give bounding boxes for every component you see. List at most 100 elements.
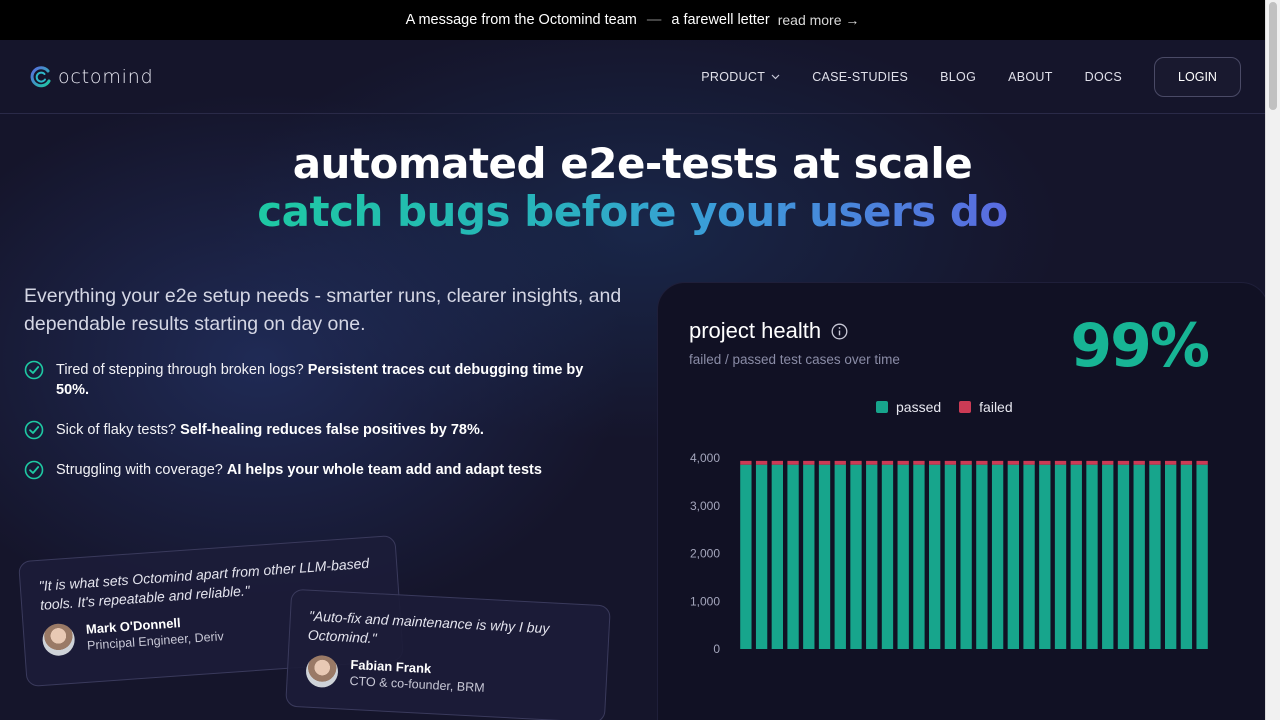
bar-passed[interactable]: [881, 464, 894, 649]
bar-passed[interactable]: [913, 464, 925, 649]
bar-passed[interactable]: [976, 464, 988, 649]
nav-item-about[interactable]: ABOUT: [1008, 70, 1053, 84]
feature-plain-text: Sick of flaky tests?: [56, 422, 177, 438]
bar-passed[interactable]: [929, 464, 941, 649]
logo[interactable]: octomind: [30, 66, 153, 88]
bar-failed[interactable]: [803, 460, 815, 465]
bar-failed[interactable]: [913, 460, 925, 465]
main-menu: PRODUCT CASE-STUDIES BLOG ABOUT DOCS LOG…: [701, 56, 1241, 97]
bar-passed[interactable]: [1180, 464, 1193, 649]
bar-passed[interactable]: [787, 464, 799, 649]
testimonial-author: Fabian Frank CTO & co-founder, BRM: [305, 654, 588, 702]
scrollbar-thumb[interactable]: [1269, 2, 1277, 110]
bar-failed[interactable]: [1149, 460, 1161, 465]
bar-passed[interactable]: [740, 464, 752, 649]
bar-passed[interactable]: [1149, 464, 1161, 649]
bar-passed[interactable]: [944, 464, 957, 649]
bar-passed[interactable]: [866, 464, 878, 649]
bar-passed[interactable]: [1102, 464, 1114, 649]
bar-failed[interactable]: [976, 460, 988, 465]
bar-failed[interactable]: [1054, 460, 1067, 465]
bar-failed[interactable]: [991, 460, 1004, 465]
testimonial-quote: "Auto-fix and maintenance is why I buy O…: [307, 607, 550, 647]
bar-passed[interactable]: [1117, 464, 1130, 649]
bar-failed[interactable]: [897, 460, 909, 465]
feature-plain-text: Struggling with coverage?: [56, 462, 223, 478]
bar-passed[interactable]: [897, 464, 909, 649]
check-circle-icon: [24, 360, 44, 380]
bar-failed[interactable]: [850, 460, 862, 465]
bar-failed[interactable]: [787, 460, 799, 465]
check-circle-icon: [24, 460, 44, 480]
login-button[interactable]: LOGIN: [1154, 56, 1241, 97]
feature-item: Sick of flaky tests? Self-healing reduce…: [24, 420, 624, 440]
bar-passed[interactable]: [1086, 464, 1098, 649]
logo-text: octomind: [58, 65, 154, 88]
banner-message: A message from the Octomind team: [405, 12, 637, 28]
nav-item-product[interactable]: PRODUCT: [701, 70, 780, 84]
bar-failed[interactable]: [1196, 460, 1208, 465]
bar-failed[interactable]: [1102, 460, 1114, 465]
bar-failed[interactable]: [1180, 460, 1193, 465]
nav-item-case-studies[interactable]: CASE-STUDIES: [812, 70, 908, 84]
bar-passed[interactable]: [991, 464, 1004, 649]
bar-passed[interactable]: [1054, 464, 1067, 649]
project-health-card: project health failed / passed test case…: [657, 282, 1265, 720]
announcement-banner[interactable]: A message from the Octomind team — a far…: [0, 0, 1265, 40]
nav-item-blog[interactable]: BLOG: [940, 70, 976, 84]
feature-plain-text: Tired of stepping through broken logs?: [56, 362, 304, 378]
bar-failed[interactable]: [1039, 460, 1051, 465]
read-more-link[interactable]: read more →: [778, 12, 860, 28]
y-tick-label: 3,000: [690, 499, 720, 513]
bar-passed[interactable]: [1165, 464, 1177, 649]
feature-item: Tired of stepping through broken logs? P…: [24, 360, 624, 400]
health-bar-chart: 0 1,000 2,000 3,000 4,000: [690, 451, 1208, 656]
bar-passed[interactable]: [1196, 464, 1208, 649]
banner-separator: —: [646, 12, 662, 28]
bar-passed[interactable]: [803, 464, 815, 649]
bar-passed[interactable]: [755, 464, 768, 649]
bar-failed[interactable]: [944, 460, 957, 465]
feature-list: Tired of stepping through broken logs? P…: [24, 360, 624, 480]
bar-passed[interactable]: [1133, 464, 1145, 649]
bar-failed[interactable]: [771, 460, 783, 465]
check-circle-icon: [24, 420, 44, 440]
bar-passed[interactable]: [960, 464, 972, 649]
bar-failed[interactable]: [960, 460, 972, 465]
bar-failed[interactable]: [1070, 460, 1082, 465]
y-tick-label: 0: [713, 642, 720, 656]
bar-passed[interactable]: [818, 464, 831, 649]
bar-failed[interactable]: [1165, 460, 1177, 465]
page: A message from the Octomind team — a far…: [0, 0, 1265, 720]
bar-passed[interactable]: [771, 464, 783, 649]
bar-failed[interactable]: [1023, 460, 1035, 465]
bar-failed[interactable]: [1086, 460, 1098, 465]
bar-failed[interactable]: [1133, 460, 1145, 465]
feature-bold-text: AI helps your whole team add and adapt t…: [226, 462, 542, 478]
intro-section: Everything your e2e setup needs - smarte…: [24, 282, 624, 500]
bar-failed[interactable]: [1007, 460, 1019, 465]
avatar: [305, 654, 339, 689]
banner-link[interactable]: a farewell letter: [671, 12, 769, 28]
feature-item: Struggling with coverage? AI helps your …: [24, 460, 624, 480]
intro-lead: Everything your e2e setup needs - smarte…: [24, 285, 622, 335]
bar-failed[interactable]: [929, 460, 941, 465]
bar-failed[interactable]: [755, 460, 768, 465]
nav-item-docs[interactable]: DOCS: [1085, 70, 1122, 84]
bar-passed[interactable]: [850, 464, 862, 649]
y-tick-label: 2,000: [690, 547, 720, 561]
bar-failed[interactable]: [1117, 460, 1130, 465]
bar-passed[interactable]: [1023, 464, 1035, 649]
bar-passed[interactable]: [834, 464, 846, 649]
bar-failed[interactable]: [881, 460, 894, 465]
y-tick-label: 4,000: [690, 451, 720, 465]
bar-failed[interactable]: [866, 460, 878, 465]
bar-passed[interactable]: [1039, 464, 1051, 649]
bar-failed[interactable]: [834, 460, 846, 465]
bar-passed[interactable]: [1007, 464, 1019, 649]
avatar: [41, 622, 76, 657]
bar-passed[interactable]: [1070, 464, 1082, 649]
bar-failed[interactable]: [740, 460, 752, 465]
vertical-scrollbar[interactable]: [1265, 0, 1280, 720]
bar-failed[interactable]: [818, 460, 831, 465]
